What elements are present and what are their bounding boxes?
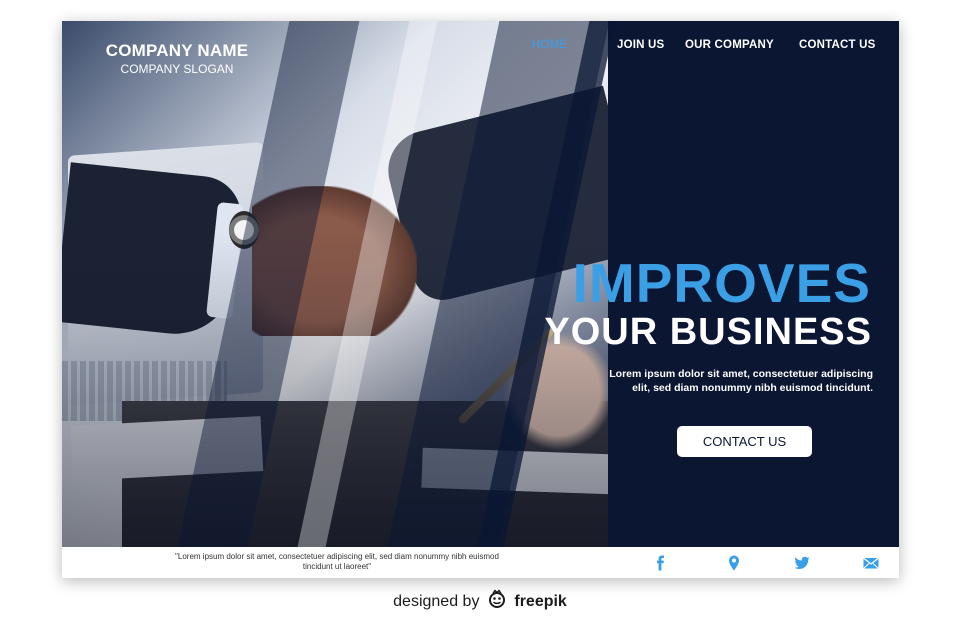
nav-join-us[interactable]: JOIN US [617, 39, 664, 51]
nav-our-company[interactable]: OUR COMPANY [685, 39, 774, 51]
main-nav: HOME JOIN US OUR COMPANY CONTACT US [62, 39, 899, 59]
location-pin-icon[interactable] [725, 554, 743, 572]
footer-quote-line-1: "Lorem ipsum dolor sit amet, consectetue… [175, 552, 499, 561]
hero-description: Lorem ipsum dolor sit amet, consectetuer… [573, 367, 873, 395]
footer-quote-line-2: tincidunt ut laoreet" [302, 562, 372, 571]
twitter-icon[interactable] [793, 554, 811, 572]
mail-icon[interactable] [862, 554, 880, 572]
credit-brand: freepik [514, 593, 567, 610]
credit-prefix: designed by [393, 593, 480, 610]
hero-section: COMPANY NAME COMPANY SLOGAN HOME JOIN US… [62, 21, 899, 547]
headline-your-business: YOUR BUSINESS [544, 311, 872, 353]
hero-description-line-2: elit, sed diam nonummy nibh euismod tinc… [632, 382, 873, 394]
landing-page-card: COMPANY NAME COMPANY SLOGAN HOME JOIN US… [62, 21, 899, 578]
designer-credit: designed by freepik [0, 589, 960, 614]
hero-description-line-1: Lorem ipsum dolor sit amet, consectetuer… [609, 368, 873, 380]
contact-us-button[interactable]: CONTACT US [677, 426, 812, 457]
headline-improves: IMPROVES [572, 252, 871, 314]
company-slogan: COMPANY SLOGAN [120, 62, 234, 76]
facebook-icon[interactable] [652, 554, 670, 572]
nav-contact-us[interactable]: CONTACT US [799, 39, 876, 51]
footer-strip: "Lorem ipsum dolor sit amet, consectetue… [62, 547, 899, 578]
nav-home[interactable]: HOME [532, 39, 567, 51]
freepik-logo-icon [487, 589, 507, 614]
footer-quote: "Lorem ipsum dolor sit amet, consectetue… [157, 552, 517, 572]
